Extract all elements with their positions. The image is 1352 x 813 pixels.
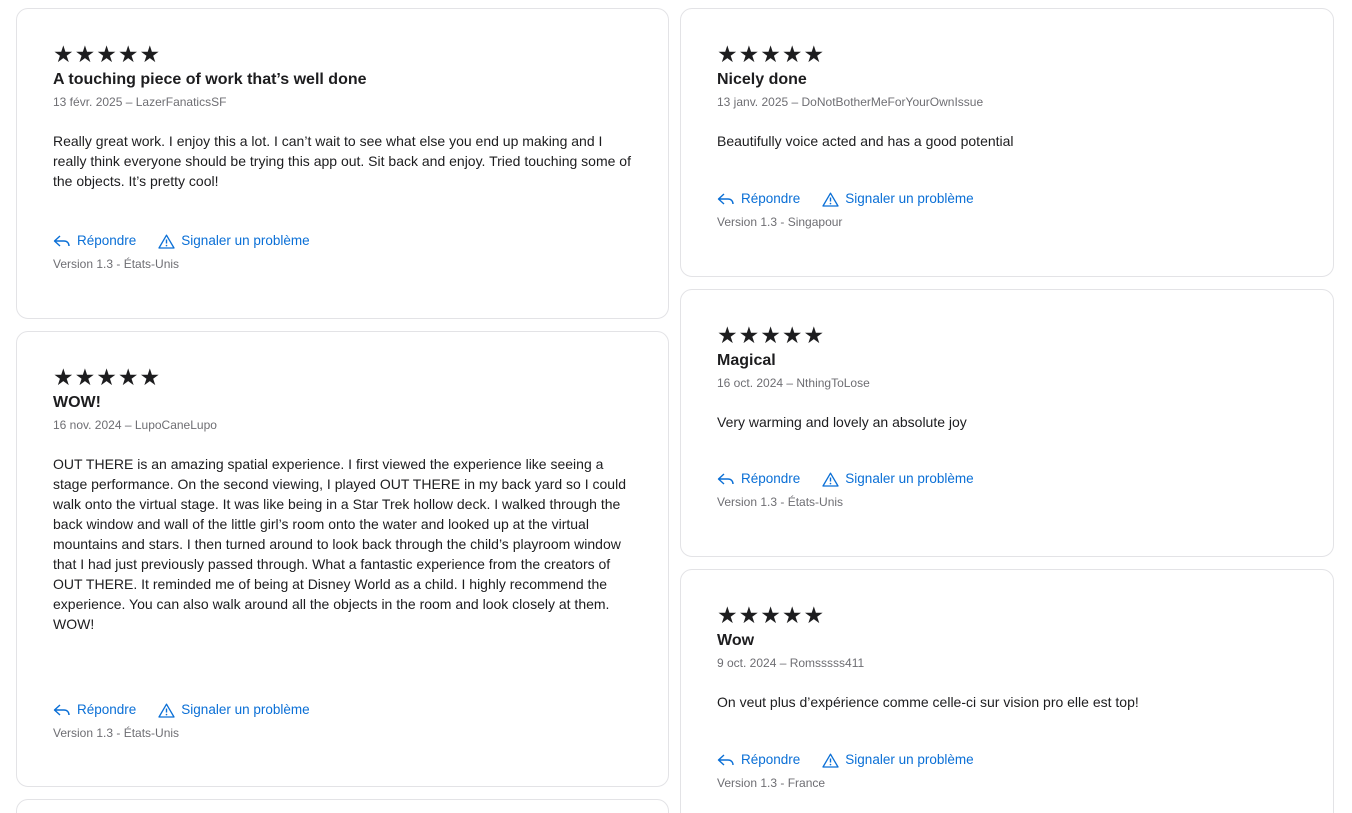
review-card: ★★★★★ Nicely done 13 janv. 2025 – DoNotB…	[680, 8, 1334, 277]
review-actions: Répondre Signaler un problème	[53, 232, 632, 250]
star-rating: ★★★★★	[717, 41, 826, 67]
version-country: Version 1.3 - Singapour	[717, 215, 843, 229]
review-date-author: 13 févr. 2025 – LazerFanaticsSF	[53, 95, 227, 109]
report-problem-button[interactable]: Signaler un problème	[822, 190, 974, 208]
star-rating: ★★★★★	[717, 322, 826, 348]
review-actions: Répondre Signaler un problème	[53, 701, 632, 719]
warning-triangle-icon	[822, 192, 839, 207]
reply-label: Répondre	[77, 702, 137, 717]
review-date-author: 13 janv. 2025 – DoNotBotherMeForYourOwnI…	[717, 95, 984, 109]
version-country: Version 1.3 - États-Unis	[717, 495, 844, 509]
reply-label: Répondre	[741, 471, 801, 486]
report-label: Signaler un problème	[181, 702, 310, 717]
review-actions: Répondre Signaler un problème	[717, 470, 1297, 488]
version-country: Version 1.3 - États-Unis	[53, 726, 180, 740]
report-label: Signaler un problème	[845, 752, 974, 767]
version-country: Version 1.3 - France	[717, 776, 826, 790]
reply-button[interactable]: Répondre	[717, 751, 800, 769]
report-label: Signaler un problème	[845, 471, 974, 486]
review-actions: Répondre Signaler un problème	[717, 751, 1297, 769]
review-body: Beautifully voice acted and has a good p…	[717, 133, 1014, 149]
review-body: On veut plus d’expérience comme celle-ci…	[717, 694, 1139, 710]
review-body: OUT THERE is an amazing spatial experien…	[53, 456, 626, 632]
reply-arrow-icon	[717, 473, 734, 485]
warning-triangle-icon	[822, 753, 839, 768]
review-card-partial	[16, 799, 669, 813]
reply-button[interactable]: Répondre	[53, 701, 136, 719]
reply-label: Répondre	[741, 752, 801, 767]
star-rating: ★★★★★	[717, 602, 826, 628]
warning-triangle-icon	[158, 703, 175, 718]
warning-triangle-icon	[822, 472, 839, 487]
star-rating: ★★★★★	[53, 41, 162, 67]
report-label: Signaler un problème	[181, 233, 310, 248]
review-title: Wow	[717, 632, 755, 649]
review-actions: Répondre Signaler un problème	[717, 190, 1297, 208]
version-country: Version 1.3 - États-Unis	[53, 257, 180, 271]
review-card: ★★★★★ WOW! 16 nov. 2024 – LupoCaneLupo O…	[16, 331, 669, 787]
review-date-author: 16 oct. 2024 – NthingToLose	[717, 376, 870, 390]
report-problem-button[interactable]: Signaler un problème	[158, 701, 310, 719]
review-title: Nicely done	[717, 71, 807, 88]
reply-button[interactable]: Répondre	[53, 232, 136, 250]
report-label: Signaler un problème	[845, 191, 974, 206]
review-date-author: 16 nov. 2024 – LupoCaneLupo	[53, 418, 217, 432]
reply-arrow-icon	[53, 235, 70, 247]
review-title: WOW!	[53, 394, 101, 411]
review-card: ★★★★★ Wow 9 oct. 2024 – Romsssss411 On v…	[680, 569, 1334, 813]
reply-button[interactable]: Répondre	[717, 190, 800, 208]
review-title: A touching piece of work that’s well don…	[53, 71, 367, 88]
reply-arrow-icon	[717, 193, 734, 205]
report-problem-button[interactable]: Signaler un problème	[822, 470, 974, 488]
review-body: Very warming and lovely an absolute joy	[717, 414, 967, 430]
star-rating: ★★★★★	[53, 364, 162, 390]
report-problem-button[interactable]: Signaler un problème	[822, 751, 974, 769]
reply-arrow-icon	[717, 754, 734, 766]
reply-label: Répondre	[77, 233, 137, 248]
reply-button[interactable]: Répondre	[717, 470, 800, 488]
report-problem-button[interactable]: Signaler un problème	[158, 232, 310, 250]
review-date-author: 9 oct. 2024 – Romsssss411	[717, 656, 865, 670]
warning-triangle-icon	[158, 234, 175, 249]
review-body: Really great work. I enjoy this a lot. I…	[53, 133, 631, 189]
reply-arrow-icon	[53, 704, 70, 716]
review-card: ★★★★★ A touching piece of work that’s we…	[16, 8, 669, 319]
reply-label: Répondre	[741, 191, 801, 206]
review-title: Magical	[717, 352, 776, 369]
review-card: ★★★★★ Magical 16 oct. 2024 – NthingToLos…	[680, 289, 1334, 557]
